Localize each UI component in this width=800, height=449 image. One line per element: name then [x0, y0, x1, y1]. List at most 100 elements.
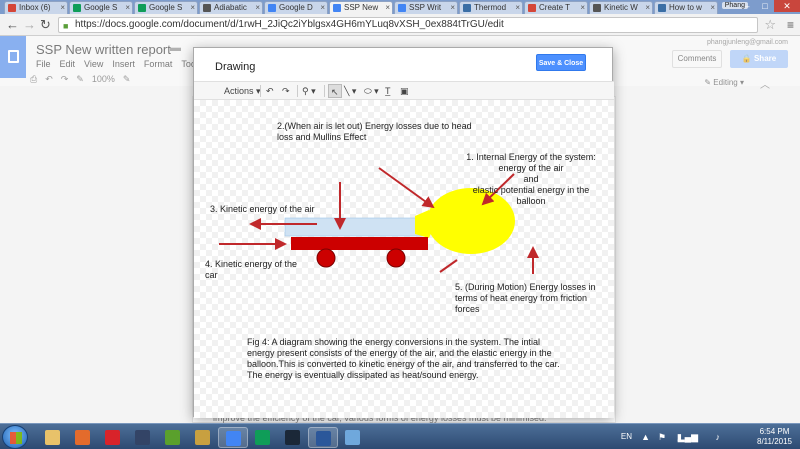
back-icon[interactable]: ←	[6, 17, 19, 33]
tab-close-icon[interactable]: ×	[255, 2, 260, 13]
tab-close-icon[interactable]: ×	[580, 2, 585, 13]
signal-icon[interactable]: ▂▄▆	[678, 432, 698, 443]
tab-favicon-icon	[333, 4, 341, 12]
save-close-button[interactable]: Save & Close	[536, 54, 586, 71]
label-kinetic-car[interactable]: 4. Kinetic energy of the car	[205, 259, 303, 281]
game-app-icon	[195, 430, 210, 445]
undo-icon[interactable]: ↶	[266, 84, 274, 98]
drawing-canvas[interactable]: 2.(When air is let out) Energy losses du…	[194, 100, 614, 418]
browser-tab[interactable]: Google S ×	[134, 1, 198, 14]
tab-close-icon[interactable]: ×	[125, 2, 130, 13]
tab-favicon-icon	[463, 4, 471, 12]
url-text: https://docs.google.com/document/d/1rwH_…	[75, 19, 504, 30]
image-icon[interactable]: ▣	[400, 84, 409, 98]
pin-app-button[interactable]	[98, 427, 128, 448]
close-window-icon[interactable]: ✕	[774, 0, 800, 12]
browser-tab[interactable]: Google S ×	[69, 1, 133, 14]
volume-icon[interactable]: ♪	[716, 432, 721, 442]
tab-favicon-icon	[658, 4, 666, 12]
actions-menu[interactable]: Actions ▾	[224, 84, 261, 98]
canvas-page[interactable]: 2.(When air is let out) Energy losses du…	[197, 100, 609, 418]
tab-close-icon[interactable]: ×	[190, 2, 195, 13]
reload-icon[interactable]: ↻	[40, 17, 51, 33]
label-air-energy-loss[interactable]: 2.(When air is let out) Energy losses du…	[277, 121, 477, 143]
browser-tab-strip: Phang – □ ✕ Inbox (6) × Google S × Google S ×…	[0, 0, 800, 14]
media-player-app-icon	[75, 430, 90, 445]
label-motion-energy-loss[interactable]: 5. (During Motion) Energy losses in term…	[455, 282, 607, 315]
tab-close-icon[interactable]: ×	[385, 2, 390, 13]
tab-label: Inbox (6)	[19, 3, 51, 12]
clock[interactable]: 6:54 PM 8/11/2015	[757, 427, 792, 447]
tab-label: SSP New	[344, 3, 379, 12]
toolbar-divider	[297, 85, 298, 97]
docs-app-button[interactable]	[248, 427, 278, 448]
rear-wheel[interactable]	[386, 248, 406, 268]
air-stream[interactable]	[284, 217, 426, 237]
minimize-icon[interactable]: –	[738, 0, 756, 12]
tab-label: Thermod	[474, 3, 507, 12]
flag-icon[interactable]: ⚑	[658, 432, 666, 443]
browser-tab[interactable]: Create T ×	[524, 1, 588, 14]
browser-tab[interactable]: Inbox (6) ×	[4, 1, 68, 14]
game-app-button[interactable]	[188, 427, 218, 448]
forward-icon[interactable]: →	[23, 17, 36, 33]
paint-app-button[interactable]	[338, 427, 368, 448]
lock-icon: ■	[63, 21, 69, 31]
windows-logo-icon	[10, 432, 22, 444]
tab-favicon-icon	[73, 4, 81, 12]
steam-app-2-button[interactable]	[278, 427, 308, 448]
front-wheel[interactable]	[316, 248, 336, 268]
label-internal-energy[interactable]: 1. Internal Energy of the system: energy…	[465, 152, 597, 207]
label-internal-line3: elastic potential energy in the balloon	[472, 185, 590, 206]
browser-tab[interactable]: SSP New ×	[329, 1, 393, 14]
w-app-button[interactable]	[158, 427, 188, 448]
language-indicator[interactable]: EN	[621, 432, 632, 441]
tab-close-icon[interactable]: ×	[710, 2, 715, 13]
line-tool-icon[interactable]: ╲ ▾	[344, 84, 356, 98]
chrome-app-button[interactable]	[218, 427, 248, 448]
tab-label: Google S	[84, 3, 118, 12]
car-body[interactable]	[291, 237, 428, 250]
label-kinetic-air[interactable]: 3. Kinetic energy of the air	[210, 204, 340, 215]
browser-tab[interactable]: How to w ×	[654, 1, 718, 14]
tab-favicon-icon	[268, 4, 276, 12]
tab-close-icon[interactable]: ×	[320, 2, 325, 13]
tab-close-icon[interactable]: ×	[60, 2, 65, 13]
address-bar[interactable]: ■ https://docs.google.com/document/d/1rw…	[58, 17, 758, 33]
tab-close-icon[interactable]: ×	[645, 2, 650, 13]
chrome-app-icon	[226, 431, 241, 446]
browser-menu-icon[interactable]: ≡	[787, 18, 794, 32]
steam-app-button[interactable]	[128, 427, 158, 448]
browser-tab[interactable]: Google D ×	[264, 1, 328, 14]
figure-caption[interactable]: Fig 4: A diagram showing the energy conv…	[247, 337, 569, 381]
word-app-button[interactable]	[308, 427, 338, 448]
drawing-toolbar: Actions ▾ ↶ ↷ ⚲ ▾ ↖ ╲ ▾ ⬭ ▾ T̲ ▣	[194, 81, 614, 100]
tab-label: Google D	[279, 3, 313, 12]
bookmark-star-icon[interactable]: ☆	[764, 17, 776, 33]
media-player-app-button[interactable]	[68, 427, 98, 448]
browser-tab[interactable]: Thermod ×	[459, 1, 523, 14]
redo-icon[interactable]: ↷	[282, 84, 290, 98]
arrow-motion-loss[interactable]	[439, 259, 458, 273]
browser-tab[interactable]: SSP Writ ×	[394, 1, 458, 14]
maximize-icon[interactable]: □	[756, 0, 774, 12]
network-icon[interactable]: ▲	[641, 432, 650, 442]
select-cursor-icon[interactable]: ↖	[328, 84, 342, 98]
tab-label: How to w	[669, 3, 702, 12]
tab-favicon-icon	[203, 4, 211, 12]
toolbar-divider	[260, 85, 261, 97]
explorer-app-button[interactable]	[38, 427, 68, 448]
tab-favicon-icon	[138, 4, 146, 12]
tab-label: Adiabatic	[214, 3, 247, 12]
start-button[interactable]	[2, 425, 28, 449]
clock-date: 8/11/2015	[757, 437, 792, 446]
arrow-head-loss[interactable]	[378, 167, 435, 209]
zoom-icon[interactable]: ⚲ ▾	[302, 84, 316, 98]
tab-close-icon[interactable]: ×	[450, 2, 455, 13]
pin-app-icon	[105, 430, 120, 445]
shape-tool-icon[interactable]: ⬭ ▾	[364, 84, 379, 98]
tab-close-icon[interactable]: ×	[515, 2, 520, 13]
browser-tab[interactable]: Adiabatic ×	[199, 1, 263, 14]
text-box-icon[interactable]: T̲	[385, 84, 391, 98]
browser-tab[interactable]: Kinetic W ×	[589, 1, 653, 14]
